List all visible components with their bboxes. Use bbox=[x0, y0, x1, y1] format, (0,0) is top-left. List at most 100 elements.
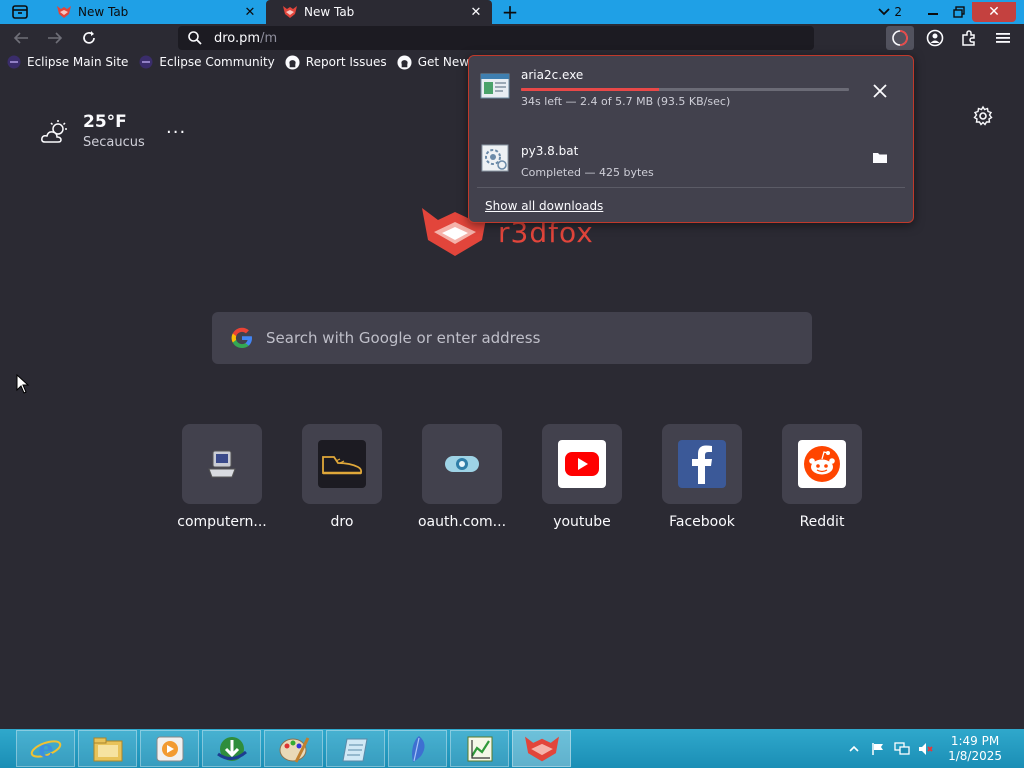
bookmark-label: Eclipse Main Site bbox=[27, 55, 129, 69]
r3dfox-favicon-icon bbox=[283, 6, 297, 18]
toolbar-right bbox=[886, 24, 1024, 52]
tile-box bbox=[662, 424, 742, 504]
reload-icon bbox=[83, 31, 95, 44]
taskbar-app-internet-explorer[interactable]: e bbox=[16, 730, 75, 767]
new-tab-button[interactable]: + bbox=[496, 0, 524, 24]
tile-label: oauth.com... bbox=[417, 514, 507, 530]
show-all-downloads-button[interactable]: Show all downloads bbox=[485, 199, 603, 213]
download-status: Completed — 425 bytes bbox=[521, 166, 654, 179]
taskbar-app-media-player[interactable] bbox=[140, 730, 199, 767]
top-site-computernewb[interactable]: computern... bbox=[162, 424, 282, 530]
volume-button[interactable] bbox=[914, 729, 938, 768]
chevron-down-icon bbox=[878, 8, 890, 16]
weather-temperature: 25°F bbox=[83, 112, 127, 132]
top-site-facebook[interactable]: Facebook bbox=[642, 424, 762, 530]
divider bbox=[477, 187, 905, 188]
github-icon bbox=[397, 54, 413, 70]
cancel-download-button[interactable] bbox=[865, 76, 895, 106]
batch-file-icon bbox=[481, 144, 509, 172]
tab-new-tab-2[interactable]: New Tab ✕ bbox=[266, 0, 492, 24]
notepad-icon bbox=[341, 738, 368, 761]
r3dfox-favicon-icon bbox=[57, 6, 71, 18]
extensions-button[interactable] bbox=[952, 24, 986, 52]
taskbar-app-paint[interactable] bbox=[264, 730, 323, 767]
file-explorer-icon bbox=[93, 737, 122, 761]
taskbar-app-notepad[interactable] bbox=[326, 730, 385, 767]
top-site-youtube[interactable]: youtube bbox=[522, 424, 642, 530]
tile-label: youtube bbox=[553, 514, 611, 530]
navigation-toolbar: dro.pm/m bbox=[0, 24, 1024, 52]
downloads-button[interactable] bbox=[886, 26, 914, 50]
tile-label: dro bbox=[330, 514, 354, 530]
bookmark-eclipse-main-site[interactable]: Eclipse Main Site bbox=[6, 54, 128, 70]
action-center-button[interactable] bbox=[866, 729, 890, 768]
folder-icon bbox=[873, 153, 887, 163]
close-icon: ✕ bbox=[988, 4, 1000, 20]
account-button[interactable] bbox=[918, 24, 952, 52]
show-hidden-icons-button[interactable] bbox=[842, 729, 866, 768]
tile-label: computern... bbox=[177, 514, 267, 530]
taskbar-app-download-manager[interactable] bbox=[202, 730, 261, 767]
network-button[interactable] bbox=[890, 729, 914, 768]
top-site-reddit[interactable]: Reddit bbox=[762, 424, 882, 530]
taskbar-app-r3dfox[interactable] bbox=[512, 730, 571, 767]
taskbar-app-chart[interactable] bbox=[450, 730, 509, 767]
app-menu-button[interactable] bbox=[986, 24, 1020, 52]
hamburger-menu-icon bbox=[996, 33, 1010, 43]
back-button[interactable] bbox=[4, 24, 38, 52]
r3dfox-icon bbox=[524, 736, 559, 761]
top-sites: computern... dro oauth.com... youtube Fa… bbox=[162, 424, 882, 530]
svg-text:e: e bbox=[38, 734, 53, 763]
media-player-icon bbox=[156, 736, 183, 761]
facebook-icon bbox=[692, 445, 712, 484]
download-status: 34s left — 2.4 of 5.7 MB (93.5 KB/sec) bbox=[521, 95, 731, 108]
reload-button[interactable] bbox=[72, 24, 106, 52]
open-folder-button[interactable] bbox=[865, 142, 895, 172]
tile-image bbox=[798, 440, 846, 488]
weather-location: Secaucus bbox=[83, 135, 145, 150]
all-tabs-button[interactable]: 2 bbox=[878, 0, 920, 24]
download-filename: py3.8.bat bbox=[521, 144, 579, 158]
tab-list-icon bbox=[12, 5, 28, 19]
computer-icon bbox=[208, 450, 236, 478]
tab-close-icon[interactable]: ✕ bbox=[242, 4, 258, 20]
taskbar-app-feather[interactable] bbox=[388, 730, 447, 767]
tab-list-button[interactable] bbox=[0, 0, 40, 24]
restore-button[interactable] bbox=[946, 2, 972, 22]
download-progress-fill bbox=[521, 88, 659, 91]
bookmark-eclipse-community[interactable]: Eclipse Community bbox=[138, 54, 275, 70]
tab-title: New Tab bbox=[78, 5, 129, 19]
url-bar[interactable]: dro.pm/m bbox=[178, 26, 814, 50]
tile-box bbox=[782, 424, 862, 504]
clock[interactable]: 1:49 PM 1/8/2025 bbox=[938, 734, 1024, 764]
taskbar-app-file-explorer[interactable] bbox=[78, 730, 137, 767]
google-icon bbox=[231, 327, 252, 348]
tile-box bbox=[542, 424, 622, 504]
tile-box bbox=[302, 424, 382, 504]
top-site-oauth[interactable]: oauth.com... bbox=[402, 424, 522, 530]
tile-box bbox=[182, 424, 262, 504]
top-site-dro[interactable]: dro bbox=[282, 424, 402, 530]
tab-title: New Tab bbox=[304, 5, 355, 19]
volume-muted-icon bbox=[919, 742, 933, 755]
weather-widget[interactable]: 25°F Secaucus bbox=[40, 112, 145, 150]
minimize-icon bbox=[928, 13, 938, 15]
tab-close-icon[interactable]: ✕ bbox=[468, 4, 484, 20]
paint-icon bbox=[279, 736, 309, 763]
url-host: dro.pm bbox=[214, 30, 261, 46]
eclipse-icon bbox=[6, 54, 22, 70]
tab-bar: New Tab ✕ New Tab ✕ + 2 ✕ bbox=[0, 0, 1024, 24]
tile-image bbox=[558, 440, 606, 488]
bookmark-label: Report Issues bbox=[305, 55, 387, 69]
close-window-button[interactable]: ✕ bbox=[972, 2, 1016, 22]
search-box[interactable]: Search with Google or enter address bbox=[212, 312, 812, 364]
gear-icon[interactable] bbox=[972, 105, 994, 127]
download-item-aria2c[interactable]: aria2c.exe 34s left — 2.4 of 5.7 MB (93.… bbox=[479, 68, 903, 124]
puzzle-icon bbox=[962, 30, 975, 46]
bookmark-report-issues[interactable]: Report Issues bbox=[285, 54, 387, 70]
forward-button[interactable] bbox=[38, 24, 72, 52]
tab-count: 2 bbox=[894, 5, 902, 19]
weather-menu-button[interactable]: ... bbox=[166, 117, 186, 138]
minimize-button[interactable] bbox=[920, 2, 946, 22]
tab-new-tab-1[interactable]: New Tab ✕ bbox=[40, 0, 266, 24]
